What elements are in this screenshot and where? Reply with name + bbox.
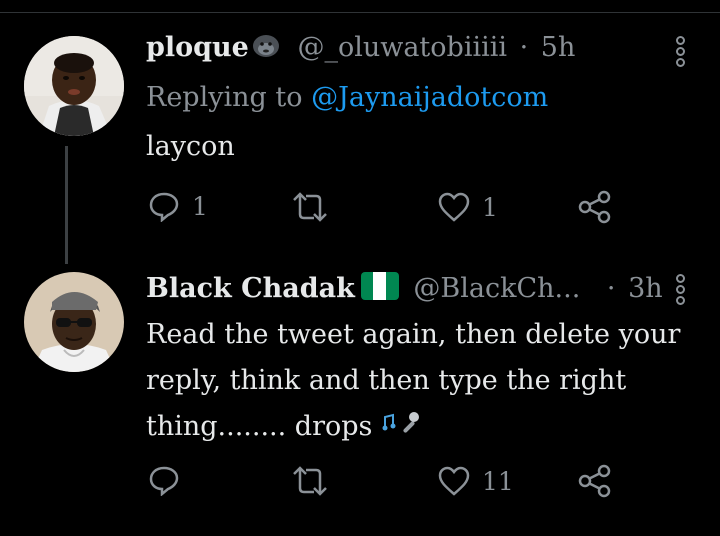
replying-to-link[interactable]: @Jaynaijadotcom xyxy=(311,82,548,113)
tweet-text-content: laycon xyxy=(146,131,235,162)
share-button[interactable] xyxy=(578,464,612,498)
retweet-icon xyxy=(293,192,327,222)
user-handle[interactable]: @_oluwatobiiiii xyxy=(297,32,507,63)
tweet-time[interactable]: 5h xyxy=(541,32,576,63)
tweet-header: ploque @_oluwatobiiiii · 5h xyxy=(146,32,575,65)
like-button[interactable]: 1 xyxy=(438,192,498,222)
more-options-icon[interactable] xyxy=(676,36,686,69)
user-handle[interactable]: @BlackCh... xyxy=(413,273,580,304)
display-name[interactable]: ploque xyxy=(146,32,249,63)
like-button[interactable]: 11 xyxy=(438,466,514,496)
thread-line xyxy=(65,146,68,264)
tweet-text: laycon xyxy=(146,124,235,170)
like-count: 11 xyxy=(482,466,514,496)
reply-icon xyxy=(149,192,179,222)
nigeria-flag-icon xyxy=(360,272,399,300)
tweet-text-line-3: thing........ drops xyxy=(146,411,373,442)
heart-icon xyxy=(438,466,470,496)
replying-to-label: Replying to xyxy=(146,82,303,113)
tweet-reply-black-chadak[interactable]: Black Chadak @BlackCh... · 3h Read the t… xyxy=(0,250,720,536)
tweet-text-line-2: reply, think and then type the right xyxy=(146,365,627,396)
tweet-text: Read the tweet again, then delete your r… xyxy=(146,312,706,454)
replying-to-line: Replying to @Jaynaijadotcom xyxy=(146,82,548,113)
gorilla-emoji-icon xyxy=(251,32,281,65)
reply-button[interactable]: 1 xyxy=(148,190,208,222)
like-count: 1 xyxy=(482,192,498,222)
tweet-reply-ploque[interactable]: ploque @_oluwatobiiiii · 5h Replying to … xyxy=(0,0,720,264)
retweet-button[interactable] xyxy=(290,192,330,222)
reply-icon xyxy=(149,466,179,496)
separator-dot: · xyxy=(519,32,529,63)
reply-count: 1 xyxy=(192,191,208,221)
more-options-icon[interactable] xyxy=(676,274,686,307)
tweet-text-line-1: Read the tweet again, then delete your xyxy=(146,319,681,350)
tweet-text-line-3-wrap: thing........ drops xyxy=(146,404,706,454)
heart-icon xyxy=(438,192,470,222)
tweet-time[interactable]: 3h xyxy=(628,273,663,304)
avatar-black-chadak[interactable] xyxy=(24,272,124,372)
display-name[interactable]: Black Chadak xyxy=(146,273,355,304)
separator-dot: · xyxy=(606,273,616,304)
share-button[interactable] xyxy=(578,190,612,224)
share-icon xyxy=(578,464,611,498)
tweet-header: Black Chadak @BlackCh... · 3h xyxy=(146,272,663,304)
retweet-button[interactable] xyxy=(290,466,330,496)
reply-button[interactable] xyxy=(148,464,180,496)
avatar-ploque[interactable] xyxy=(24,36,124,136)
microphone-emoji-icon xyxy=(382,408,422,454)
share-icon xyxy=(578,190,611,224)
retweet-icon xyxy=(293,466,327,496)
